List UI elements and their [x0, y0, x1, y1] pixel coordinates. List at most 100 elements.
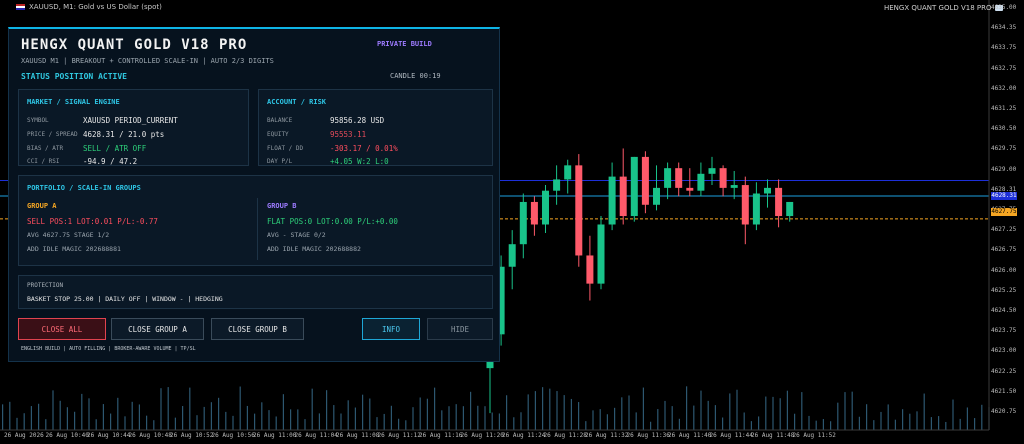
- candle-body: [675, 168, 683, 188]
- candle-body: [586, 255, 594, 284]
- candle: [608, 162, 616, 231]
- candle: [775, 179, 783, 228]
- volume-bar: [657, 409, 659, 430]
- volume-bar: [945, 421, 947, 430]
- volume-bar: [376, 417, 378, 430]
- float-label: FLOAT / DD: [267, 145, 304, 152]
- protection-box: PROTECTION BASKET STOP 25.00 | DAILY OFF…: [18, 275, 493, 309]
- status-text: STATUS POSITION ACTIVE: [21, 72, 127, 81]
- close-group-b-button[interactable]: CLOSE GROUP B: [211, 318, 304, 340]
- volume-bar: [585, 421, 587, 430]
- volume-bar: [66, 407, 68, 430]
- time-tick: 26 Aug 11:00: [253, 432, 297, 439]
- volume-bar: [232, 415, 234, 430]
- volume-bar: [686, 386, 688, 430]
- candle-body: [764, 187, 771, 194]
- volume-bar: [930, 417, 932, 430]
- info-button[interactable]: INFO: [362, 318, 420, 340]
- candle: [686, 168, 694, 197]
- symbol-label: SYMBOL: [27, 117, 49, 124]
- volume-bar: [909, 413, 911, 430]
- volume-bar: [952, 399, 954, 430]
- flag-icon: [16, 4, 25, 10]
- volume-bar: [794, 413, 796, 430]
- price-tick: 4622.25: [991, 367, 1017, 375]
- candles: [486, 148, 794, 414]
- candle-body: [608, 176, 616, 225]
- cci-value: -94.9 / 47.2: [83, 157, 138, 166]
- cci-label: CCI / RSI: [27, 158, 60, 165]
- hide-button[interactable]: HIDE: [427, 318, 493, 340]
- volume-bar: [160, 388, 162, 430]
- candle: [675, 162, 683, 197]
- volume-bar: [923, 393, 925, 430]
- price-tick: 4627.25: [991, 226, 1017, 234]
- volume-bar: [614, 407, 616, 430]
- volume-bar: [88, 398, 90, 430]
- group-b-title: GROUP B: [267, 202, 297, 210]
- volume-bar: [808, 415, 810, 430]
- price-tick: 4624.50: [991, 307, 1017, 314]
- volume-bar: [779, 398, 781, 430]
- time-tick: 26 Aug 11:28: [543, 432, 587, 439]
- volume-bar: [750, 421, 752, 430]
- candle: [586, 235, 594, 301]
- volume-bar: [448, 406, 450, 430]
- time-tick: 26 Aug 11:52: [792, 432, 836, 439]
- volume-bar: [902, 409, 904, 430]
- candle: [730, 170, 738, 200]
- candle-body: [553, 179, 561, 191]
- volume-bar: [599, 409, 601, 430]
- volume-bar: [786, 390, 788, 430]
- volume-bar: [333, 405, 335, 430]
- volume-bar: [23, 413, 25, 430]
- time-tick: 26 Aug 10:48: [128, 432, 172, 439]
- volume-bar: [621, 397, 623, 430]
- candle: [630, 156, 638, 222]
- ea-label-text: HENGX QUANT GOLD V18 PRO: [884, 4, 992, 12]
- volume-bar: [254, 413, 256, 430]
- volume-bar: [981, 404, 983, 430]
- close-group-a-button[interactable]: CLOSE GROUP A: [111, 318, 204, 340]
- volume-bar: [146, 415, 148, 430]
- time-tick: 26 Aug 11:36: [626, 432, 670, 439]
- ask-price-tag: 4627.75: [991, 208, 1017, 216]
- candle-body: [719, 168, 727, 188]
- balance-value: 95856.28 USD: [330, 116, 385, 125]
- volume-bar: [102, 404, 104, 430]
- time-tick: 26 Aug 11:12: [377, 432, 421, 439]
- close-all-button[interactable]: CLOSE ALL: [18, 318, 106, 340]
- volume-bar: [38, 403, 40, 430]
- candle-body: [542, 190, 549, 225]
- portfolio-header: PORTFOLIO / SCALE-IN GROUPS: [27, 184, 141, 192]
- volume-bar: [398, 418, 400, 430]
- time-tick: 26 Aug 11:16: [419, 432, 463, 439]
- volume-bar: [16, 417, 18, 430]
- candle-body: [653, 187, 660, 205]
- build-badge: PRIVATE BUILD: [377, 40, 432, 48]
- chart-symbol-label: XAUUSD, M1: Gold vs US Dollar (spot): [16, 3, 162, 11]
- volume-bar: [527, 394, 529, 430]
- bias-value: SELL / ATR OFF: [83, 144, 147, 153]
- price-tick: 4626.00: [991, 266, 1017, 274]
- price-tick: 4623.75: [991, 327, 1017, 335]
- volume-bar: [477, 405, 479, 430]
- candle: [619, 148, 627, 225]
- candle-body: [708, 168, 716, 174]
- price-label: PRICE / SPREAD: [27, 131, 78, 138]
- volume-bar: [765, 396, 767, 430]
- volume-bar: [311, 388, 313, 430]
- candle-body: [697, 173, 705, 191]
- volume-bar: [297, 409, 299, 430]
- equity-value: 95553.11: [330, 130, 367, 139]
- volume-bar: [30, 406, 32, 430]
- candle: [752, 182, 760, 231]
- candle: [530, 196, 538, 236]
- volume-bar: [556, 391, 558, 430]
- volume-bar: [261, 402, 263, 430]
- volume-bar: [887, 404, 889, 430]
- volume-bar: [153, 420, 155, 430]
- volume-bar: [506, 395, 508, 430]
- group-b-line1: FLAT POS:0 LOT:0.00 P/L:+0.00: [267, 217, 398, 226]
- volume-bar: [866, 404, 868, 430]
